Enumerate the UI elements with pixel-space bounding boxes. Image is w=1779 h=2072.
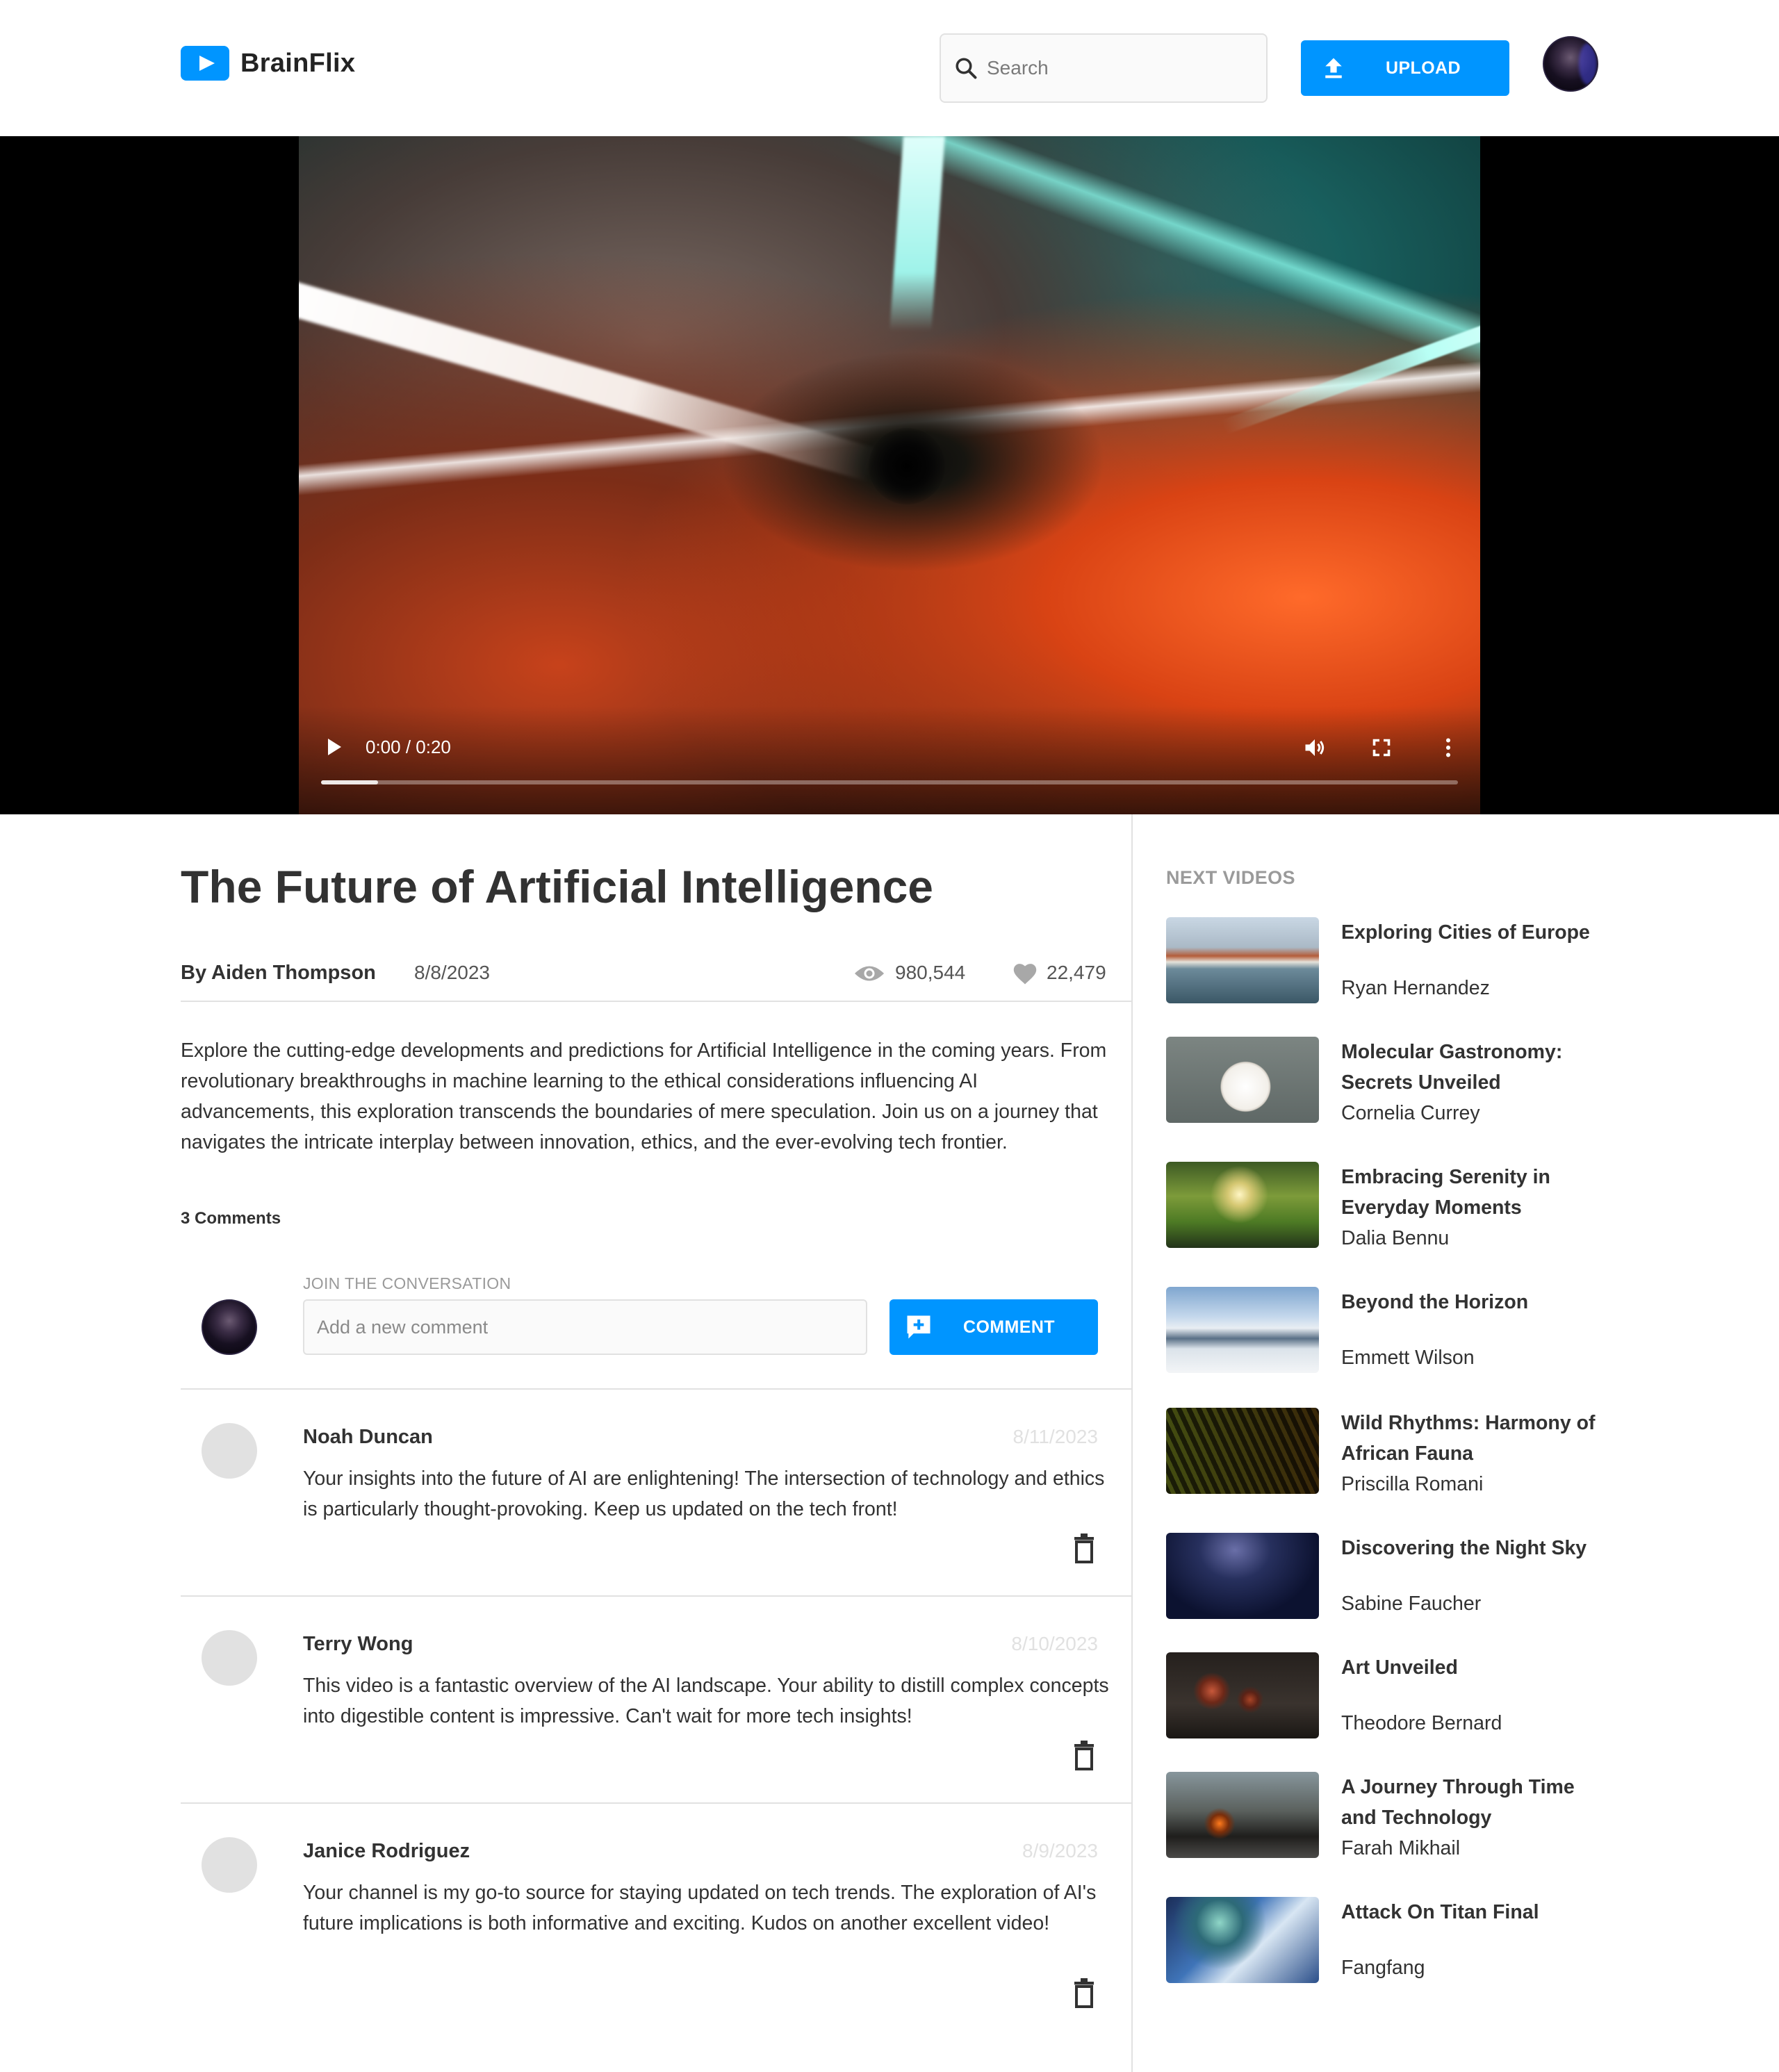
poster-light-streak: [1221, 296, 1480, 435]
next-video-channel: Priscilla Romani: [1341, 1473, 1484, 1495]
comment-avatar: [202, 1423, 257, 1479]
volume-icon[interactable]: [1302, 735, 1327, 760]
next-video-item[interactable]: Molecular Gastronomy: Secrets Unveiled C…: [1166, 1037, 1611, 1126]
video-description: Explore the cutting-edge developments an…: [181, 1039, 1107, 1153]
add-comment-icon: [903, 1312, 934, 1342]
logo-text: BrainFlix: [240, 48, 356, 78]
comment-author: Terry Wong: [303, 1633, 413, 1655]
next-video-item[interactable]: Exploring Cities of Europe Ryan Hernande…: [1166, 917, 1611, 1006]
comment-button-label: COMMENT: [963, 1317, 1055, 1337]
play-icon[interactable]: [324, 737, 345, 757]
next-video-channel: Ryan Hernandez: [1341, 977, 1490, 999]
next-video-title: Exploring Cities of Europe: [1341, 921, 1590, 944]
comment-author: Noah Duncan: [303, 1426, 433, 1448]
comment-date: 8/10/2023: [1011, 1633, 1098, 1654]
trash-icon[interactable]: [1072, 1740, 1097, 1770]
video-player: 0:00 / 0:20: [0, 136, 1779, 814]
next-video-title: Art Unveiled: [1341, 1656, 1458, 1679]
comment-text: Your insights into the future of AI are …: [303, 1467, 1105, 1520]
search-icon: [952, 54, 980, 82]
divider: [181, 1802, 1131, 1804]
comment-avatar: [202, 1837, 257, 1893]
comment-count: 3 Comments: [181, 1209, 281, 1228]
poster-tunnel-center: [869, 428, 945, 504]
eye-icon: [853, 963, 885, 984]
heart-icon[interactable]: [1012, 962, 1038, 985]
site-header: BrainFlix UPLOAD: [0, 0, 1779, 136]
comment-author: Janice Rodriguez: [303, 1840, 470, 1862]
comment-form-label: JOIN THE CONVERSATION: [303, 1274, 511, 1292]
video-thumbnail: [1166, 1408, 1319, 1494]
video-title: The Future of Artificial Intelligence: [181, 861, 934, 912]
search-input[interactable]: [987, 57, 1251, 79]
next-video-item[interactable]: Beyond the Horizon Emmett Wilson: [1166, 1287, 1611, 1376]
poster-light-streak: [890, 136, 945, 331]
upload-icon: [1322, 56, 1345, 80]
video-time: 0:00 / 0:20: [366, 737, 451, 757]
user-avatar: [202, 1299, 257, 1355]
next-video-channel: Cornelia Currey: [1341, 1102, 1480, 1124]
brainflix-logo[interactable]: BrainFlix: [181, 46, 355, 81]
next-video-channel: Sabine Faucher: [1341, 1593, 1482, 1615]
next-video-item[interactable]: Wild Rhythms: Harmony of African Fauna P…: [1166, 1408, 1611, 1497]
poster-light-streak: [299, 275, 878, 482]
video-meta: By Aiden Thompson 8/8/2023 980,544 22,47…: [181, 956, 1109, 991]
next-video-channel: Farah Mikhail: [1341, 1837, 1461, 1859]
comment-date: 8/11/2023: [1013, 1426, 1099, 1447]
comment-button[interactable]: COMMENT: [890, 1299, 1098, 1355]
next-video-item[interactable]: Discovering the Night Sky Sabine Faucher: [1166, 1533, 1611, 1622]
next-video-title: Embracing Serenity in Everyday Moments: [1341, 1166, 1550, 1219]
video-thumbnail: [1166, 1162, 1319, 1248]
video-thumbnail: [1166, 1772, 1319, 1858]
divider: [181, 1001, 1131, 1002]
like-count: 22,479: [1047, 962, 1106, 983]
next-video-channel: Fangfang: [1341, 1957, 1425, 1979]
next-video-item[interactable]: Art Unveiled Theodore Bernard: [1166, 1652, 1611, 1741]
next-video-item[interactable]: A Journey Through Time and Technology Fa…: [1166, 1772, 1611, 1861]
upload-label: UPLOAD: [1386, 58, 1461, 78]
next-video-channel: Theodore Bernard: [1341, 1712, 1502, 1734]
sidebar-divider: [1131, 814, 1133, 2072]
video-progress-bar[interactable]: [321, 780, 1458, 784]
comment-date: 8/9/2023: [1022, 1840, 1098, 1861]
comment-avatar: [202, 1630, 257, 1686]
trash-icon[interactable]: [1072, 1978, 1097, 2008]
video-thumbnail: [1166, 1652, 1319, 1738]
next-video-item[interactable]: Attack On Titan Final Fangfang: [1166, 1897, 1611, 1986]
video-progress-buffer: [321, 780, 378, 784]
play-icon: [181, 46, 229, 81]
trash-icon[interactable]: [1072, 1533, 1097, 1563]
next-videos-heading: NEXT VIDEOS: [1166, 867, 1295, 888]
divider: [181, 1388, 1131, 1390]
search-box[interactable]: [940, 33, 1268, 103]
next-video-title: Discovering the Night Sky: [1341, 1537, 1587, 1559]
video-thumbnail: [1166, 1037, 1319, 1123]
fullscreen-icon[interactable]: [1369, 735, 1394, 760]
view-count: 980,544: [895, 962, 966, 983]
next-video-title: Beyond the Horizon: [1341, 1291, 1529, 1313]
comment-input[interactable]: [303, 1299, 867, 1355]
video-thumbnail: [1166, 1533, 1319, 1619]
next-video-channel: Dalia Bennu: [1341, 1227, 1450, 1249]
next-video-title: Wild Rhythms: Harmony of African Fauna: [1341, 1412, 1596, 1465]
comment-text: This video is a fantastic overview of th…: [303, 1675, 1109, 1727]
next-video-title: Attack On Titan Final: [1341, 1901, 1539, 1923]
next-video-title: A Journey Through Time and Technology: [1341, 1776, 1575, 1829]
video-controls: 0:00 / 0:20: [299, 706, 1480, 814]
video-thumbnail: [1166, 917, 1319, 1003]
upload-button[interactable]: UPLOAD: [1301, 40, 1509, 96]
video-date: 8/8/2023: [414, 962, 490, 983]
video-thumbnail: [1166, 1897, 1319, 1983]
video-author: By Aiden Thompson: [181, 962, 376, 984]
next-video-channel: Emmett Wilson: [1341, 1347, 1475, 1369]
more-vertical-icon[interactable]: [1436, 735, 1461, 760]
next-video-item[interactable]: Embracing Serenity in Everyday Moments D…: [1166, 1162, 1611, 1251]
comment-text: Your channel is my go-to source for stay…: [303, 1882, 1097, 1934]
video-thumbnail: [1166, 1287, 1319, 1373]
next-video-title: Molecular Gastronomy: Secrets Unveiled: [1341, 1041, 1563, 1094]
user-avatar[interactable]: [1543, 36, 1598, 92]
divider: [181, 1595, 1131, 1597]
